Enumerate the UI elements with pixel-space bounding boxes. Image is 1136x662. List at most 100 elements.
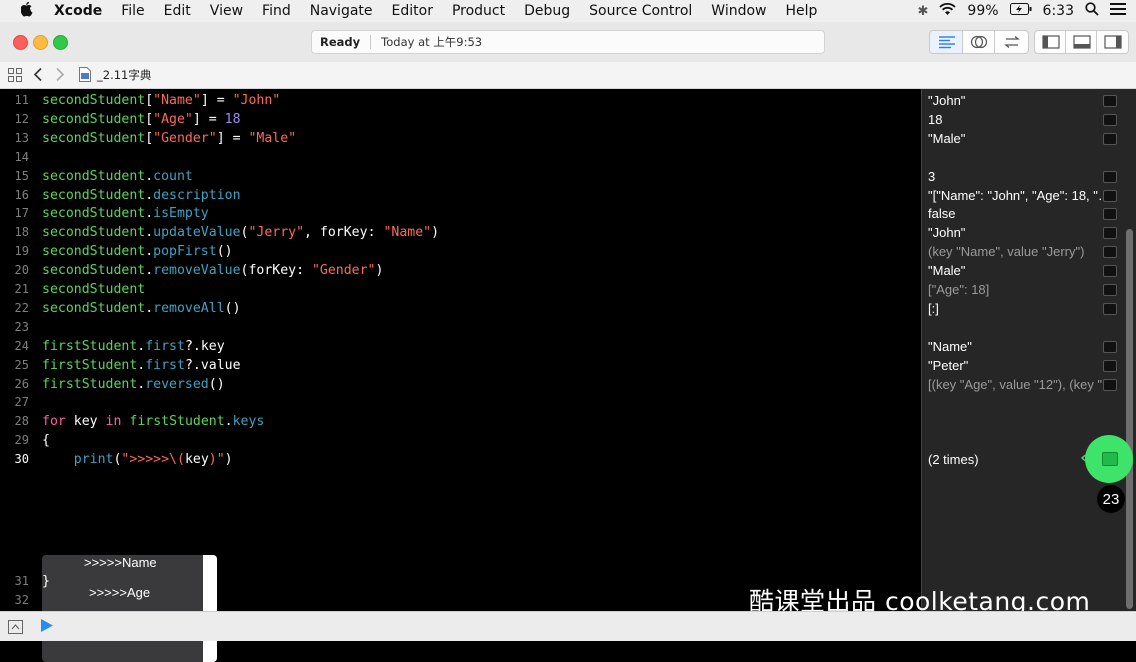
code-line[interactable]: 16 secondStudent.description bbox=[0, 186, 921, 205]
code-line[interactable]: 20 secondStudent.removeValue(forKey: "Gen… bbox=[0, 261, 921, 280]
code-token: 18 bbox=[224, 111, 241, 127]
code-token: [ bbox=[145, 93, 154, 108]
code-line[interactable]: 13 secondStudent["Gender"] = "Male" bbox=[0, 129, 921, 148]
show-result-toggle[interactable] bbox=[1103, 359, 1117, 372]
menu-view[interactable]: View bbox=[210, 3, 243, 19]
code-line[interactable]: 24 firstStudent.first?.key bbox=[0, 337, 921, 356]
menu-editor[interactable]: Editor bbox=[392, 3, 433, 19]
line-number: 23 bbox=[14, 319, 29, 334]
menu-edit[interactable]: Edit bbox=[164, 3, 191, 19]
code-line[interactable]: 17 secondStudent.isEmpty bbox=[0, 204, 921, 223]
toggle-utilities-button[interactable] bbox=[1096, 30, 1129, 54]
menu-window[interactable]: Window bbox=[711, 3, 766, 19]
results-scrollbar[interactable] bbox=[1126, 229, 1133, 609]
code-line[interactable]: 25 firstStudent.first?.value bbox=[0, 356, 921, 375]
code-text: secondStudent.count bbox=[42, 167, 193, 186]
tap-count-badge: 23 bbox=[1097, 485, 1125, 513]
line-number: 26 bbox=[14, 376, 29, 391]
zoom-window-button[interactable] bbox=[53, 35, 68, 50]
menu-help[interactable]: Help bbox=[786, 3, 818, 19]
code-line[interactable]: 29 { bbox=[0, 431, 921, 450]
show-result-toggle[interactable] bbox=[1103, 378, 1117, 391]
menu-app-name[interactable]: Xcode bbox=[54, 3, 102, 19]
code-line[interactable]: 23 bbox=[0, 318, 921, 337]
show-result-toggle[interactable] bbox=[1103, 340, 1117, 353]
menu-debug[interactable]: Debug bbox=[524, 3, 570, 19]
code-token: (forKey: bbox=[240, 263, 312, 279]
code-token: first bbox=[145, 357, 185, 373]
result-value: "Name" bbox=[928, 338, 972, 354]
show-result-toggle[interactable] bbox=[1103, 132, 1117, 145]
line-number: 27 bbox=[14, 395, 29, 410]
result-value: "Male" bbox=[928, 130, 966, 146]
menu-navigate[interactable]: Navigate bbox=[310, 3, 373, 19]
code-line[interactable]: 19 secondStudent.popFirst() bbox=[0, 242, 921, 261]
show-result-toggle[interactable] bbox=[1103, 284, 1117, 296]
code-token: "Male" bbox=[248, 130, 297, 146]
code-line[interactable]: 18 secondStudent.updateValue("Jerry", for… bbox=[0, 223, 921, 242]
close-window-button[interactable] bbox=[13, 35, 28, 50]
show-result-toggle[interactable] bbox=[1103, 170, 1117, 183]
back-arrow-icon[interactable] bbox=[33, 67, 43, 85]
code-line[interactable]: 15 secondStudent.count bbox=[0, 167, 921, 186]
code-token: } bbox=[42, 574, 50, 589]
notification-center-icon[interactable] bbox=[1110, 3, 1126, 19]
code-line[interactable]: 11 secondStudent["Name"] = "John" bbox=[0, 91, 921, 110]
code-token: secondStudent bbox=[42, 263, 146, 279]
show-result-toggle[interactable] bbox=[1103, 227, 1117, 240]
code-line[interactable]: 27 bbox=[0, 393, 921, 412]
show-result-toggle[interactable] bbox=[1103, 208, 1117, 221]
code-text: firstStudent.first?.key bbox=[42, 337, 225, 356]
show-result-toggle[interactable] bbox=[1103, 189, 1117, 202]
version-editor-button[interactable] bbox=[994, 30, 1029, 54]
code-editor[interactable]: >>>>>Name >>>>>Age 11 secondStudent["Name… bbox=[0, 89, 921, 662]
menu-product[interactable]: Product bbox=[452, 3, 505, 19]
apple-menu-icon[interactable] bbox=[18, 1, 36, 21]
standard-editor-button[interactable] bbox=[929, 30, 964, 54]
line-number: 22 bbox=[14, 300, 29, 315]
code-token: key bbox=[184, 452, 209, 468]
code-token: firstStudent bbox=[129, 414, 225, 430]
code-token: secondStudent bbox=[42, 187, 146, 203]
assistant-editor-button[interactable] bbox=[962, 30, 996, 54]
code-line[interactable]: 22 secondStudent.removeAll() bbox=[0, 299, 921, 318]
menu-source-control[interactable]: Source Control bbox=[589, 3, 692, 19]
show-result-toggle[interactable] bbox=[1103, 113, 1117, 126]
result-value: [:] bbox=[928, 300, 939, 316]
bluetooth-icon[interactable]: ✱ bbox=[918, 4, 929, 19]
show-result-toggle[interactable] bbox=[1103, 246, 1117, 259]
code-token: "Gender" bbox=[311, 263, 376, 279]
breadcrumb-file[interactable]: _2.11字典 bbox=[97, 67, 151, 83]
code-text: secondStudent.updateValue("Jerry", forKe… bbox=[42, 223, 439, 242]
toggle-navigator-button[interactable] bbox=[1034, 30, 1067, 54]
wifi-icon[interactable] bbox=[939, 2, 957, 20]
minimize-window-button[interactable] bbox=[33, 35, 48, 50]
code-line[interactable]: 30 print(">>>>>\(key)") bbox=[0, 450, 921, 469]
code-line[interactable]: 26 firstStudent.reversed() bbox=[0, 375, 921, 394]
line-number: 24 bbox=[14, 338, 29, 353]
code-token: firstStudent bbox=[42, 376, 138, 392]
result-value: "Male" bbox=[928, 263, 966, 279]
code-line[interactable]: 21 secondStudent bbox=[0, 280, 921, 299]
code-token: . bbox=[145, 225, 154, 241]
navigator-panel-icon bbox=[1041, 35, 1060, 49]
code-line[interactable]: 14 bbox=[0, 148, 921, 167]
forward-arrow-icon[interactable] bbox=[55, 67, 65, 85]
related-items-icon[interactable] bbox=[8, 68, 22, 85]
code-token: updateValue bbox=[153, 225, 241, 241]
show-result-toggle[interactable] bbox=[1103, 265, 1117, 278]
menu-find[interactable]: Find bbox=[262, 3, 291, 19]
toggle-debug-area-button[interactable] bbox=[1065, 30, 1098, 54]
code-text: secondStudent["Age"] = 18 bbox=[42, 110, 241, 129]
run-playground-button[interactable] bbox=[40, 618, 54, 637]
menu-clock[interactable]: 6:33 bbox=[1043, 3, 1074, 19]
show-result-toggle[interactable] bbox=[1103, 95, 1117, 107]
show-result-toggle[interactable] bbox=[1103, 302, 1117, 315]
code-line[interactable]: 28 for key in firstStudent.keys bbox=[0, 412, 921, 431]
menu-file[interactable]: File bbox=[121, 3, 144, 19]
code-line[interactable]: 12 secondStudent["Age"] = 18 bbox=[0, 110, 921, 129]
spotlight-search-icon[interactable] bbox=[1085, 2, 1099, 20]
code-token: in bbox=[105, 414, 122, 430]
battery-charging-icon[interactable] bbox=[1009, 3, 1032, 19]
hide-debug-area-icon[interactable] bbox=[8, 619, 23, 638]
